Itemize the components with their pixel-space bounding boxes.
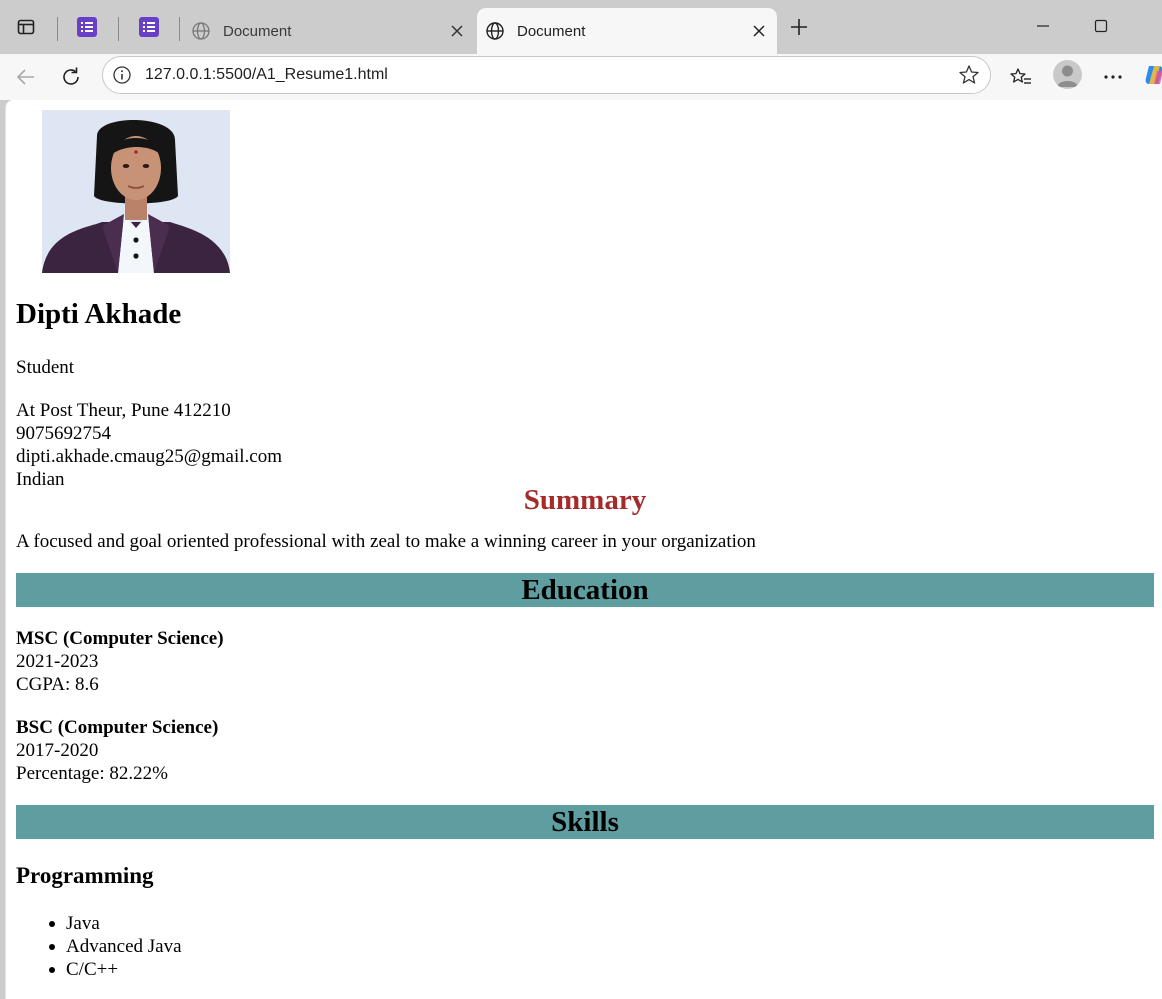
contact-email: dipti.akhade.cmaug25@gmail.com [16, 446, 283, 467]
more-dots-icon [1104, 75, 1122, 79]
site-info-icon[interactable] [112, 65, 132, 85]
resume-role: Student [16, 357, 75, 378]
tab-actions-icon[interactable] [11, 12, 41, 42]
tab-document-active[interactable]: Document [477, 8, 777, 54]
resume-name: Dipti Akhade [16, 298, 182, 330]
profile-avatar[interactable] [1053, 60, 1082, 89]
copilot-icon[interactable] [1145, 63, 1162, 87]
favorites-list-icon [1010, 68, 1031, 84]
skills-heading: Skills [16, 805, 1154, 839]
education-item: MSC (Computer Science) 2021-2023 CGPA: 8… [16, 627, 224, 696]
maximize-button[interactable] [1081, 12, 1121, 40]
favorite-star-icon[interactable] [958, 64, 980, 86]
education-years: 2021-2023 [16, 651, 99, 672]
more-options-button[interactable] [1097, 61, 1129, 93]
tab-title: Document [517, 22, 586, 40]
education-item: BSC (Computer Science) 2017-2020 Percent… [16, 716, 218, 785]
skill-item: Advanced Java [49, 936, 182, 957]
education-years: 2017-2020 [16, 740, 99, 761]
reload-icon [63, 67, 79, 85]
favorites-button[interactable] [1005, 61, 1037, 93]
globe-icon [191, 21, 211, 41]
education-score: Percentage: 82.22% [16, 763, 168, 784]
back-button[interactable] [10, 61, 42, 93]
new-tab-button[interactable] [786, 14, 812, 40]
close-tab-icon[interactable] [747, 19, 771, 43]
pinned-tab-list-icon[interactable] [134, 12, 164, 42]
programming-heading: Programming [16, 863, 154, 888]
skill-item: Java [49, 912, 182, 935]
education-degree: MSC (Computer Science) [16, 628, 224, 649]
plus-icon [791, 19, 807, 35]
tab-document-inactive[interactable]: Document [185, 8, 475, 54]
pinned-tab-list-icon[interactable] [72, 12, 102, 42]
tab-separator [57, 17, 58, 41]
contact-phone: 9075692754 [16, 423, 111, 444]
person-icon [1057, 65, 1078, 87]
url-text: 127.0.0.1:5500/A1_Resume1.html [145, 66, 388, 83]
summary-text: A focused and goal oriented professional… [16, 531, 756, 552]
profile-photo [42, 110, 230, 273]
contact-block: At Post Theur, Pune 412210 9075692754 di… [16, 399, 282, 491]
page-viewport: Dipti Akhade Student At Post Theur, Pune… [5, 100, 1162, 999]
tab-separator [179, 17, 180, 41]
summary-heading: Summary [523, 484, 647, 516]
minimize-icon [1037, 25, 1049, 27]
skill-item: C/C++ [49, 958, 182, 981]
back-arrow-icon [16, 69, 34, 85]
address-bar[interactable]: 127.0.0.1:5500/A1_Resume1.html [102, 56, 991, 94]
reload-button[interactable] [55, 61, 87, 93]
education-heading: Education [16, 573, 1154, 607]
browser-toolbar: 127.0.0.1:5500/A1_Resume1.html [0, 54, 1162, 100]
programming-skill-list: Java Advanced Java C/C++ [49, 912, 182, 981]
contact-address: At Post Theur, Pune 412210 [16, 400, 231, 421]
minimize-button[interactable] [1023, 12, 1063, 40]
education-degree: BSC (Computer Science) [16, 717, 219, 738]
tab-separator [118, 17, 119, 41]
maximize-icon [1094, 19, 1108, 33]
tab-title: Document [223, 22, 292, 40]
education-score: CGPA: 8.6 [16, 674, 99, 695]
close-tab-icon[interactable] [445, 19, 469, 43]
tab-strip: Document Document [0, 0, 1162, 54]
globe-icon [485, 21, 505, 41]
